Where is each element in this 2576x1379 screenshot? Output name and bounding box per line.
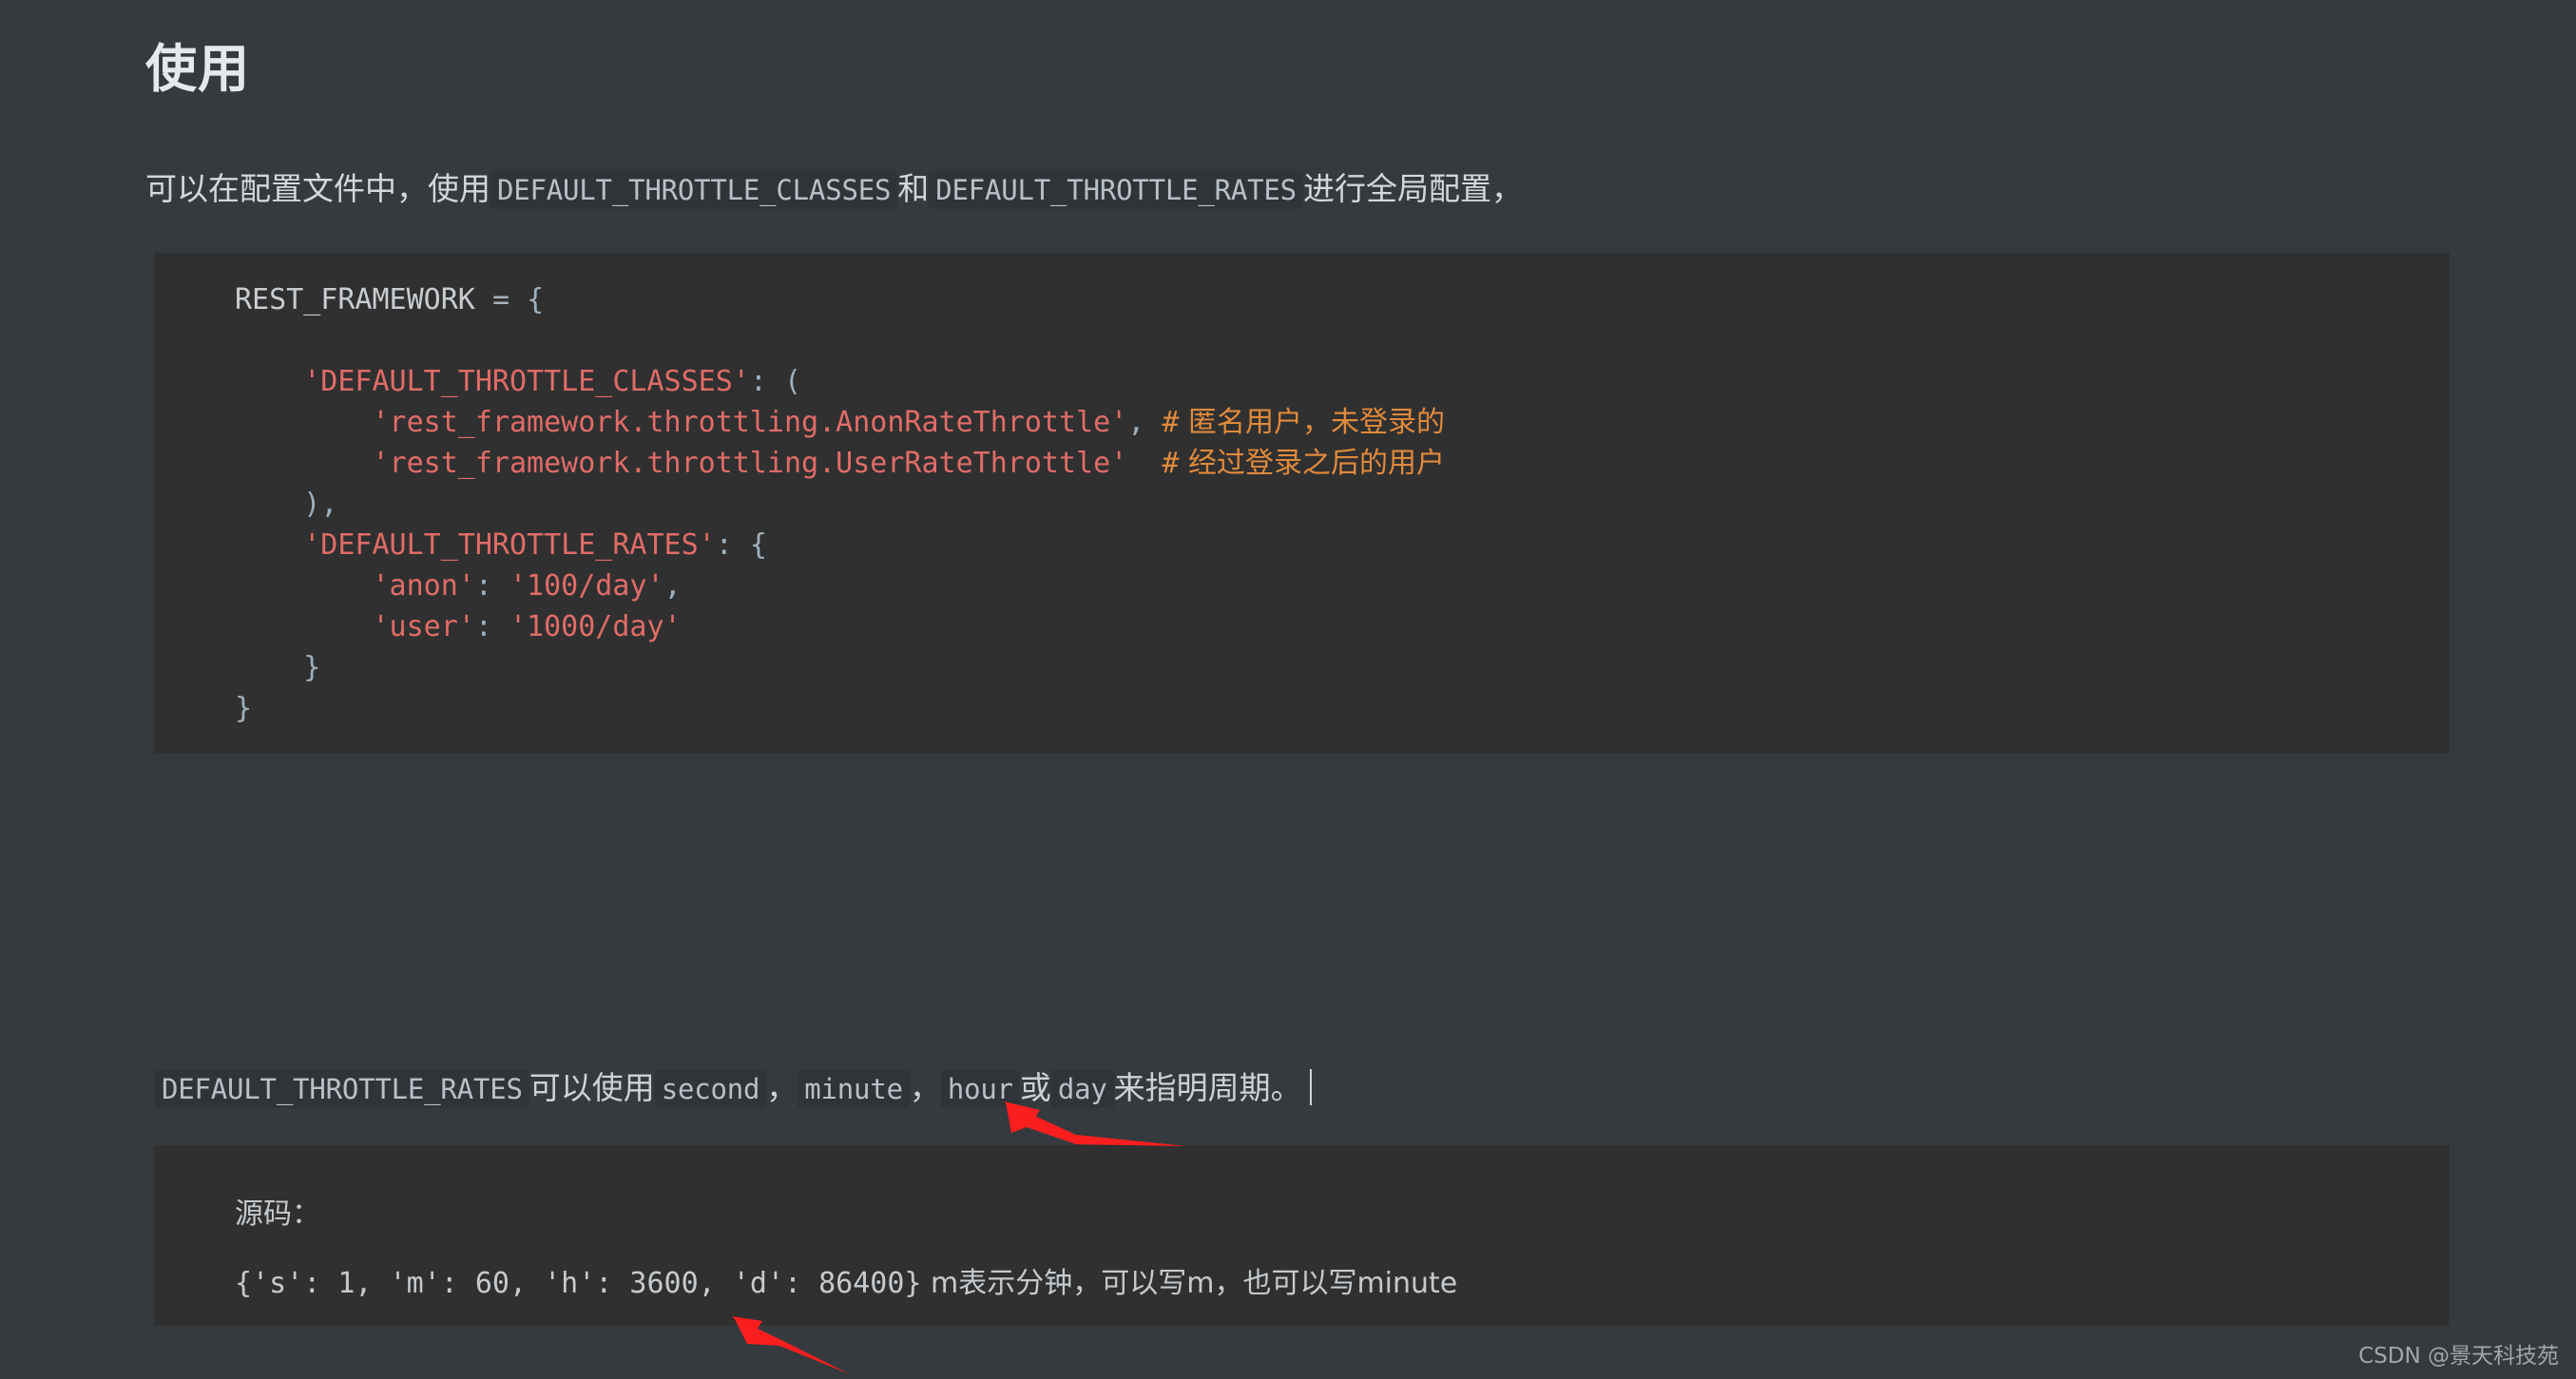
code-token-op	[733, 528, 750, 562]
code-block-source-rates: 源码： {'s': 1, 'm': 60, 'h': 3600, 'd': 86…	[154, 1145, 2450, 1326]
code-token-punc: )	[303, 488, 321, 521]
code-line: REST_FRAMEWORK = {	[235, 279, 2450, 320]
code-token-op	[235, 569, 373, 603]
mid-sep-1: ，	[766, 1070, 798, 1105]
code-token-str: '100/day'	[509, 569, 664, 603]
code-token-op	[767, 365, 784, 398]
code-line: ),	[235, 484, 2450, 525]
code-token-punc: {	[527, 283, 545, 316]
source-rates-dict: {'s': 1, 'm': 60, 'h': 3600, 'd': 86400}	[235, 1267, 922, 1300]
code-line: 'user': '1000/day'	[235, 606, 2450, 647]
code-token-op	[235, 651, 303, 684]
intro-text-between: 和	[897, 171, 930, 206]
code-token-op	[475, 283, 492, 316]
page-title: 使用	[145, 41, 250, 99]
code-token-str: '1000/day'	[509, 610, 682, 643]
code-token-comment: # 经过登录之后的用户	[1162, 447, 1445, 480]
code-token-op	[235, 610, 373, 643]
code-token-op	[235, 488, 303, 521]
source-rates-note: m表示分钟，可以写m，也可以写minute	[921, 1267, 1458, 1300]
intro-text-before: 可以在配置文件中，使用	[145, 171, 490, 206]
code-line: }	[235, 688, 2450, 729]
code-token-op	[492, 569, 509, 603]
source-rates-line: {'s': 1, 'm': 60, 'h': 3600, 'd': 86400}…	[235, 1259, 1457, 1301]
code-line: 'DEFAULT_THROTTLE_CLASSES': (	[235, 361, 2450, 402]
csdn-watermark: CSDN @景天科技苑	[2358, 1344, 2559, 1369]
inline-code-day: day	[1050, 1070, 1114, 1108]
comment-hash: #	[1162, 406, 1180, 439]
code-token-punc: }	[235, 692, 253, 725]
code-line: }	[235, 647, 2450, 688]
code-line: 'rest_framework.throttling.AnonRateThrot…	[235, 402, 2450, 443]
comment-hash: #	[1162, 447, 1180, 480]
mid-text-1: 可以使用	[529, 1070, 655, 1105]
code-token-str: 'rest_framework.throttling.AnonRateThrot…	[372, 406, 1128, 439]
code-token-op	[235, 365, 303, 398]
code-token-op	[1144, 406, 1162, 439]
code-token-punc: {	[749, 528, 767, 562]
code-token-punc: :	[474, 569, 492, 603]
code-token-op	[492, 610, 509, 643]
code-token-str: 'DEFAULT_THROTTLE_CLASSES'	[303, 365, 750, 398]
code-token-name: REST_FRAMEWORK	[235, 283, 475, 316]
code-line: 'rest_framework.throttling.UserRateThrot…	[235, 443, 2450, 484]
code-token-punc: :	[749, 365, 767, 398]
inline-code-minute: minute	[798, 1070, 910, 1108]
code-token-op	[235, 406, 373, 439]
code-token-punc: :	[715, 528, 733, 562]
code-token-str: 'DEFAULT_THROTTLE_RATES'	[303, 528, 716, 562]
code-token-punc: }	[303, 651, 321, 684]
code-token-str: 'user'	[372, 610, 475, 643]
code-token-op	[235, 447, 373, 480]
mid-text-3: 来指明周期。	[1113, 1070, 1302, 1105]
code-token-op	[509, 283, 527, 316]
inline-code-second: second	[654, 1070, 767, 1108]
code-line: 'DEFAULT_THROTTLE_RATES': {	[235, 525, 2450, 565]
code-token-punc: :	[474, 610, 492, 643]
code-block-rest-framework-settings: REST_FRAMEWORK = { 'DEFAULT_THROTTLE_CLA…	[154, 253, 2450, 754]
code-token-op	[1127, 447, 1162, 480]
inline-code-default-throttle-rates: DEFAULT_THROTTLE_RATES	[929, 171, 1303, 209]
code-token-str: 'rest_framework.throttling.UserRateThrot…	[372, 447, 1128, 480]
code-token-punc: ,	[663, 569, 682, 603]
throttle-rates-paragraph: DEFAULT_THROTTLE_RATES 可以使用 second， minute，…	[155, 1066, 1312, 1111]
intro-text-after: 进行全局配置，	[1302, 171, 1523, 206]
code-token-str: 'anon'	[372, 569, 475, 603]
code-token-punc: ,	[1127, 406, 1145, 439]
document-page: 使用 可以在配置文件中，使用 DEFAULT_THROTTLE_CLASSES 和 D…	[0, 0, 2576, 1379]
code-token-op	[235, 528, 303, 562]
code-token-op: =	[491, 283, 509, 316]
code-line: 'anon': '100/day',	[235, 565, 2450, 606]
mid-text-2: 或	[1019, 1070, 1051, 1105]
code-lines: REST_FRAMEWORK = { 'DEFAULT_THROTTLE_CLA…	[154, 279, 2450, 729]
code-token-comment: # 匿名用户，未登录的	[1162, 406, 1445, 439]
intro-paragraph: 可以在配置文件中，使用 DEFAULT_THROTTLE_CLASSES 和 DEFA…	[145, 166, 1523, 213]
inline-code-default-throttle-classes: DEFAULT_THROTTLE_CLASSES	[490, 171, 898, 209]
mid-sep-2: ，	[909, 1070, 941, 1105]
inline-code-rates: DEFAULT_THROTTLE_RATES	[155, 1070, 529, 1108]
inline-code-hour: hour	[940, 1070, 1020, 1108]
code-token-punc: (	[783, 365, 802, 398]
source-label: 源码：	[235, 1197, 320, 1231]
text-cursor	[1309, 1069, 1312, 1105]
code-token-punc: ,	[320, 488, 338, 521]
